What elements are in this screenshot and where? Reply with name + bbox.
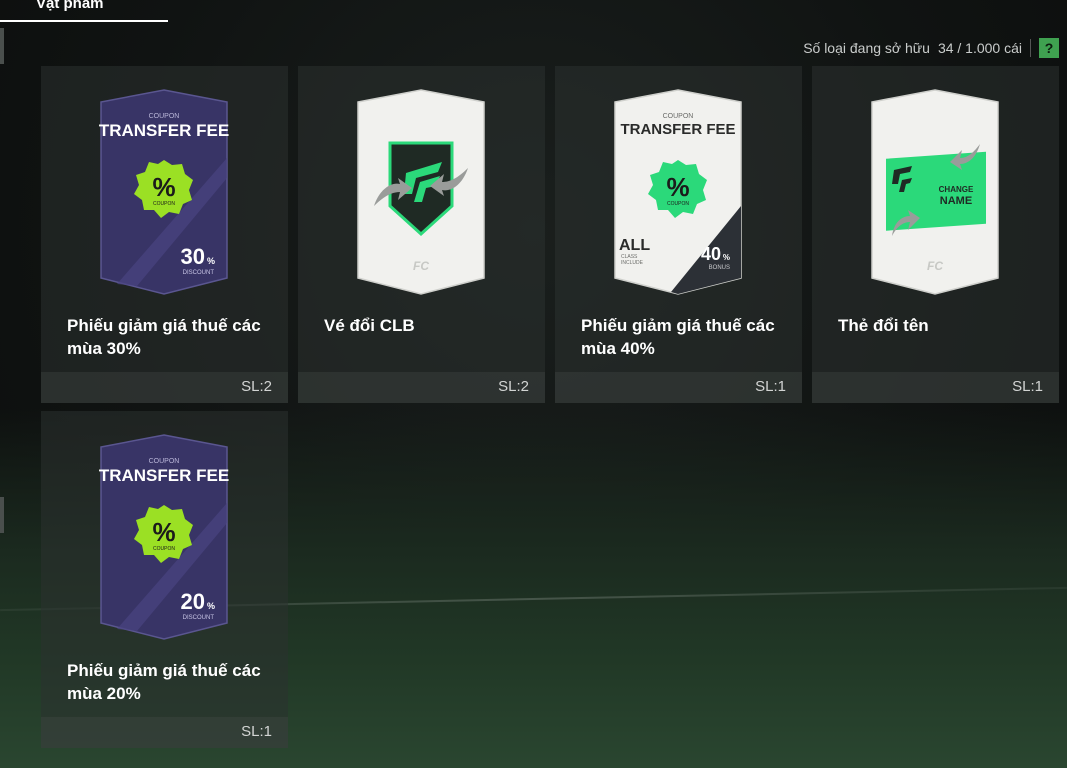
svg-text:FC: FC	[413, 259, 429, 273]
item-footer: SL:2	[41, 372, 288, 403]
item-footer: SL:2	[298, 372, 545, 403]
svg-text:%: %	[207, 601, 215, 611]
svg-text:COUPON: COUPON	[149, 113, 180, 120]
svg-text:%: %	[152, 517, 175, 547]
svg-text:INCLUDE: INCLUDE	[621, 260, 644, 266]
svg-text:TRANSFER FEE: TRANSFER FEE	[620, 121, 735, 138]
side-scroll-marker	[0, 497, 4, 533]
item-footer: SL:1	[812, 372, 1059, 403]
item-quantity: SL:1	[755, 378, 786, 395]
owned-count: 34 / 1.000 cái	[937, 40, 1022, 56]
item-quantity: SL:2	[498, 378, 529, 395]
tab-items-label: Vật phẩm	[36, 0, 104, 12]
item-name: Vé đổi CLB	[324, 316, 415, 335]
svg-text:DISCOUNT: DISCOUNT	[183, 615, 215, 621]
svg-text:40: 40	[701, 244, 721, 264]
divider	[1030, 39, 1031, 57]
svg-text:FC: FC	[927, 259, 943, 273]
item-name: Phiếu giảm giá thuế các mùa 30%	[67, 316, 261, 358]
svg-text:CHANGE: CHANGE	[939, 185, 974, 194]
svg-text:COUPON: COUPON	[149, 458, 180, 465]
item-name: Phiếu giảm giá thuế các mùa 20%	[67, 661, 261, 703]
svg-text:COUPON: COUPON	[667, 201, 689, 207]
svg-text:COUPON: COUPON	[153, 201, 175, 207]
item-footer: SL:1	[41, 717, 288, 748]
svg-text:%: %	[152, 172, 175, 202]
item-card[interactable]: CHANGE NAME FC Thẻ đổi tên SL:1	[812, 66, 1059, 403]
svg-text:TRANSFER FEE: TRANSFER FEE	[99, 121, 229, 140]
svg-text:%: %	[666, 172, 689, 202]
coupon-card-art: COUPON TRANSFER FEE % COUPON ALL CLASS I…	[614, 89, 742, 295]
top-bar: Vật phẩm	[0, 0, 1067, 24]
svg-text:20: 20	[181, 589, 205, 614]
help-button[interactable]: ?	[1039, 38, 1059, 58]
item-card[interactable]: COUPON TRANSFER FEE % COUPON ALL CLASS I…	[555, 66, 802, 403]
club-card-art: FC	[357, 89, 485, 295]
rename-card-art: CHANGE NAME FC	[871, 89, 999, 295]
item-quantity: SL:2	[241, 378, 272, 395]
svg-text:COUPON: COUPON	[663, 113, 694, 120]
item-name: Thẻ đổi tên	[838, 316, 929, 335]
item-footer: SL:1	[555, 372, 802, 403]
item-name: Phiếu giảm giá thuế các mùa 40%	[581, 316, 775, 358]
owned-counter: Số loại đang sở hữu 34 / 1.000 cái ?	[803, 37, 1059, 59]
item-card[interactable]: COUPON TRANSFER FEE % COUPON 30 % DISCOU…	[41, 66, 288, 403]
item-quantity: SL:1	[1012, 378, 1043, 395]
item-card[interactable]: FC Vé đổi CLB SL:2	[298, 66, 545, 403]
owned-label: Số loại đang sở hữu	[803, 40, 930, 56]
svg-text:NAME: NAME	[940, 195, 972, 207]
svg-text:%: %	[723, 253, 730, 262]
item-quantity: SL:1	[241, 723, 272, 740]
coupon-card-art: COUPON TRANSFER FEE % COUPON 20 % DISCOU…	[99, 434, 229, 640]
side-scroll-marker	[0, 28, 4, 64]
item-card[interactable]: COUPON TRANSFER FEE % COUPON 20 % DISCOU…	[41, 411, 288, 748]
svg-text:ALL: ALL	[619, 237, 650, 254]
coupon-card-art: COUPON TRANSFER FEE % COUPON 30 % DISCOU…	[99, 89, 229, 295]
svg-text:TRANSFER FEE: TRANSFER FEE	[99, 466, 229, 485]
svg-text:BONUS: BONUS	[709, 265, 730, 271]
svg-text:DISCOUNT: DISCOUNT	[183, 270, 215, 276]
svg-text:30: 30	[181, 244, 205, 269]
svg-text:%: %	[207, 256, 215, 266]
tab-items[interactable]: Vật phẩm	[0, 0, 168, 22]
svg-text:COUPON: COUPON	[153, 546, 175, 552]
